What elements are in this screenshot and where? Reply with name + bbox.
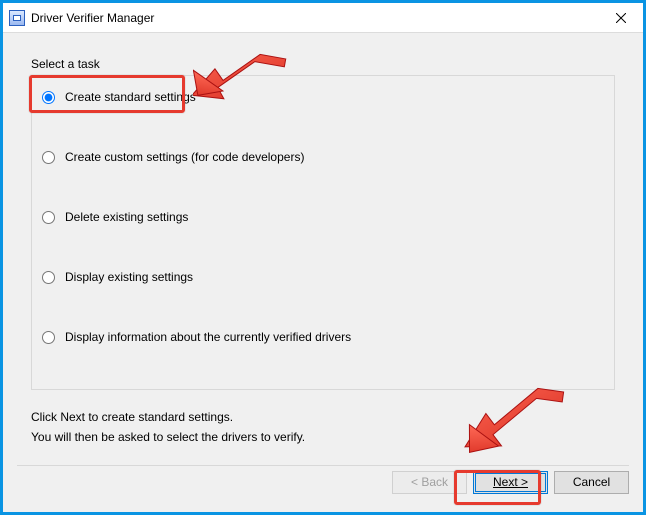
- wizard-buttons: < Back Next > Cancel: [17, 466, 629, 498]
- radio-label: Create standard settings: [65, 90, 196, 104]
- close-icon: [616, 13, 626, 23]
- radio-input-display-verified[interactable]: [42, 331, 55, 344]
- radio-create-custom[interactable]: Create custom settings (for code develop…: [42, 150, 304, 164]
- radio-display-verified[interactable]: Display information about the currently …: [42, 330, 351, 344]
- app-icon: [9, 10, 25, 26]
- cancel-button[interactable]: Cancel: [554, 471, 629, 494]
- task-prompt-label: Select a task: [31, 57, 100, 71]
- radio-label: Display information about the currently …: [65, 330, 351, 344]
- radio-input-delete-existing[interactable]: [42, 211, 55, 224]
- radio-label: Create custom settings (for code develop…: [65, 150, 304, 164]
- window-title: Driver Verifier Manager: [31, 11, 154, 25]
- close-button[interactable]: [598, 3, 643, 33]
- radio-label: Display existing settings: [65, 270, 193, 284]
- hint-line-2: You will then be asked to select the dri…: [31, 430, 305, 444]
- hint-line-1: Click Next to create standard settings.: [31, 410, 233, 424]
- next-button[interactable]: Next >: [473, 471, 548, 494]
- titlebar: Driver Verifier Manager: [3, 3, 643, 33]
- radio-delete-existing[interactable]: Delete existing settings: [42, 210, 188, 224]
- dialog-body: Select a task Create standard settings C…: [17, 41, 629, 460]
- radio-input-create-custom[interactable]: [42, 151, 55, 164]
- window-frame: Driver Verifier Manager Select a task Cr…: [0, 0, 646, 515]
- task-panel: Create standard settings Create custom s…: [31, 75, 615, 390]
- radio-create-standard[interactable]: Create standard settings: [42, 90, 196, 104]
- radio-label: Delete existing settings: [65, 210, 188, 224]
- radio-display-existing[interactable]: Display existing settings: [42, 270, 193, 284]
- radio-input-create-standard[interactable]: [42, 91, 55, 104]
- radio-input-display-existing[interactable]: [42, 271, 55, 284]
- back-button: < Back: [392, 471, 467, 494]
